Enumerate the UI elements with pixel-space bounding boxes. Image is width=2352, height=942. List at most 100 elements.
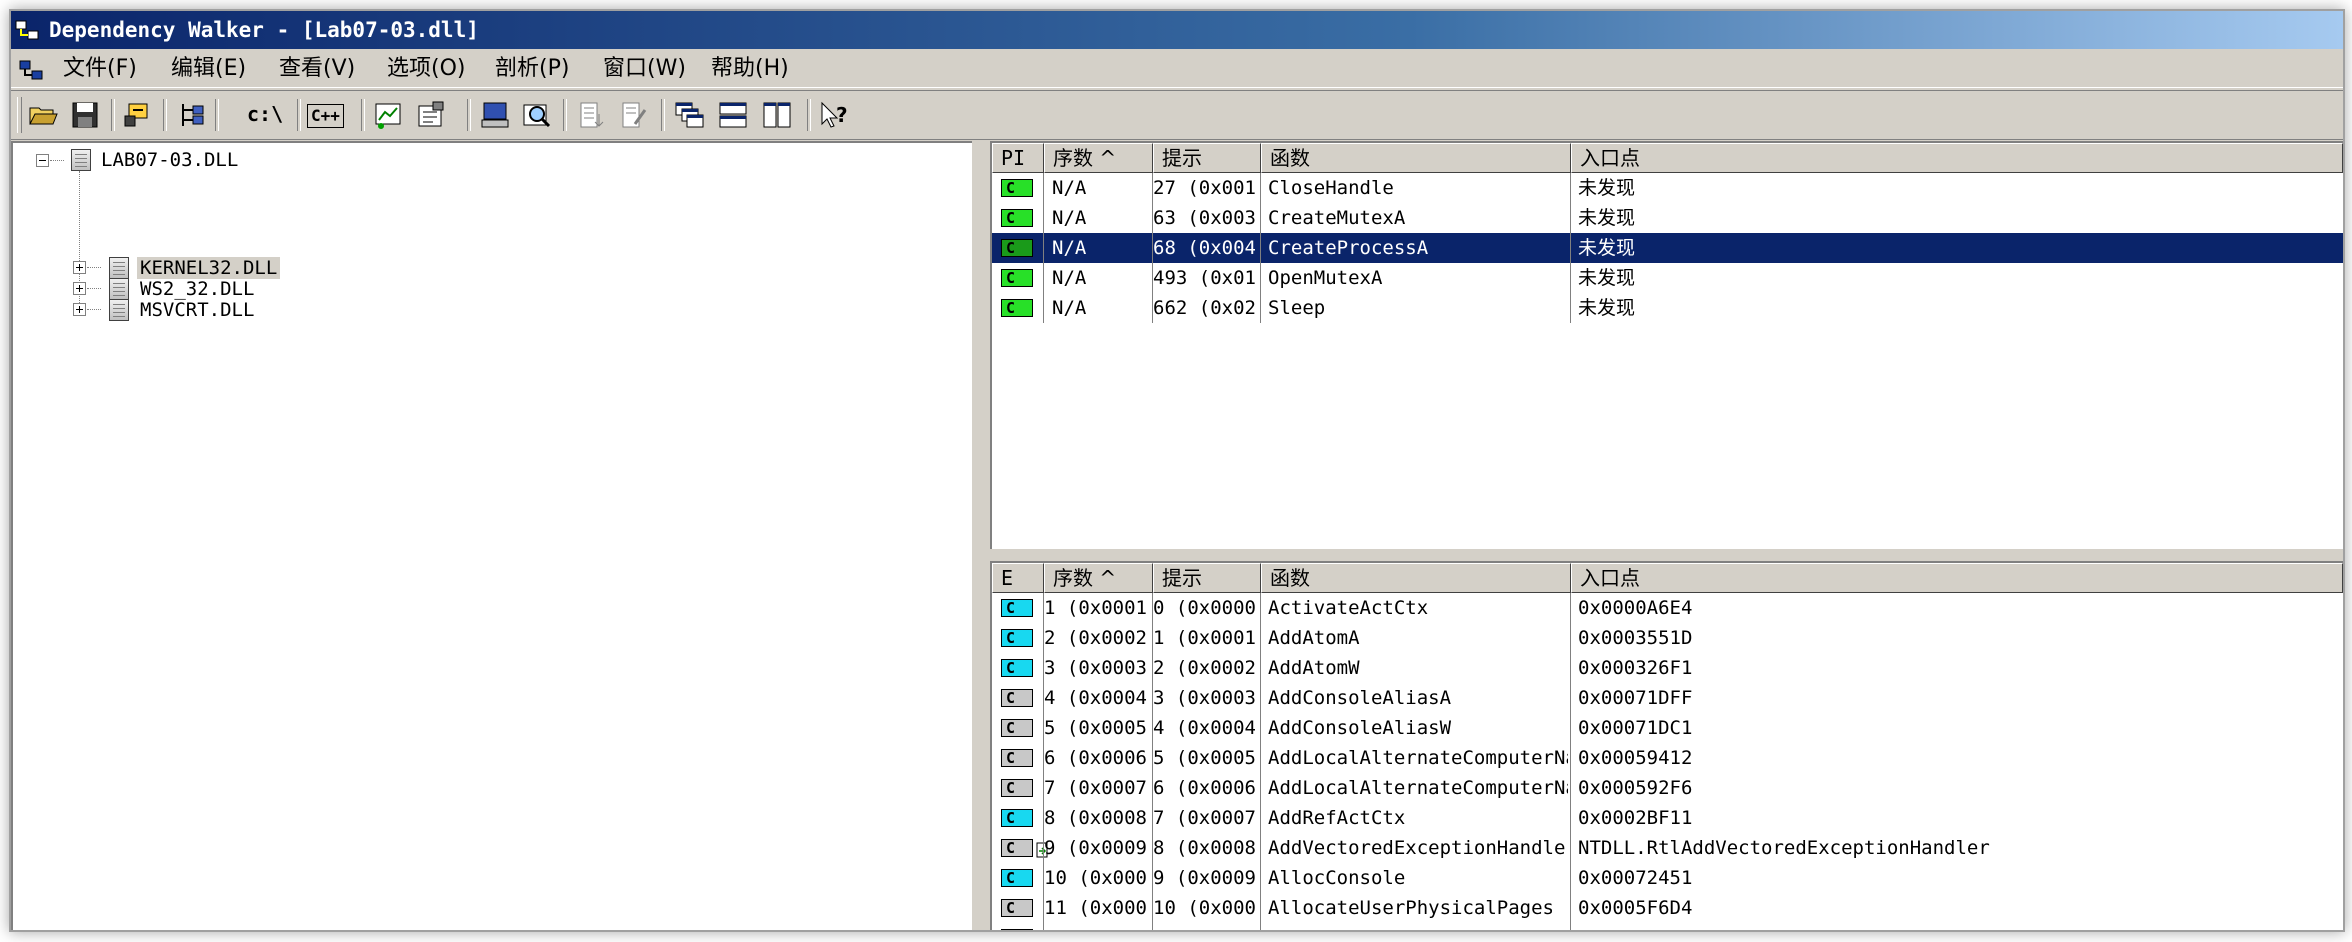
expand-icon[interactable] — [73, 261, 86, 274]
find-icon[interactable] — [123, 100, 155, 130]
table-row[interactable]: C N/A 63 (0x003F) CreateMutexA 未发现 — [992, 203, 2343, 233]
menu-profile[interactable]: 剖析(P) — [495, 55, 569, 83]
search-online-icon[interactable] — [521, 100, 553, 130]
function-cell: CreateProcessA — [1268, 237, 1429, 259]
edit-icon[interactable] — [617, 100, 649, 130]
column-header-pi[interactable]: PI — [992, 143, 1044, 173]
toolbar-separator — [111, 99, 115, 131]
tree-item-label: LAB07-03.DLL — [101, 149, 239, 171]
menu-options[interactable]: 选项(O) — [387, 55, 465, 83]
vertical-splitter[interactable] — [972, 141, 990, 930]
title-bar[interactable]: Dependency Walker - [Lab07-03.dll] — [11, 11, 2343, 49]
profile-icon[interactable] — [373, 100, 405, 130]
table-row[interactable]: C N/A 662 (0x0296) Sleep 未发现 — [992, 293, 2343, 323]
entry-point-cell: 0x00071DFF — [1578, 687, 1693, 709]
hint-cell: 493 (0x01ED) — [1153, 267, 1255, 289]
menu-file[interactable]: 文件(F) — [63, 55, 137, 83]
table-row[interactable]: C 1 (0x0001) 0 (0x0000) ActivateActCtx 0x000… — [992, 593, 2343, 623]
imports-list[interactable]: PI 序数 ^ 提示 函数 入口点 C N/A 27 (0x001B) CloseHa… — [990, 141, 2343, 549]
hint-cell: 7 (0x0007) — [1153, 807, 1255, 829]
table-row[interactable]: C 11 (0x000B) 10 (0x000A) AllocateUserPhysi… — [992, 893, 2343, 923]
list-view-icon[interactable] — [575, 100, 607, 130]
application-window: Dependency Walker - [Lab07-03.dll] 文件(F)… — [9, 9, 2345, 932]
table-row[interactable]: C 3 (0x0003) 2 (0x0002) AddAtomW 0x000326F1 — [992, 653, 2343, 683]
menu-window[interactable]: 窗口(W) — [603, 55, 686, 83]
function-cell: AddLocalAlternateComputerNameW — [1268, 777, 1568, 799]
dll-module-icon — [71, 149, 91, 171]
toolbar-separator — [563, 99, 567, 131]
menu-edit[interactable]: 编辑(E) — [171, 55, 246, 83]
table-row[interactable]: C N/A 68 (0x0044) CreateProcessA 未发现 — [992, 233, 2343, 263]
entry-point-cell: 未发现 — [1578, 237, 1636, 259]
horizontal-splitter[interactable] — [990, 549, 2343, 561]
table-row[interactable]: C 10 (0x000A) 9 (0x0009) AllocConsole 0x0007… — [992, 863, 2343, 893]
exports-list[interactable]: E 序数 ^ 提示 函数 入口点 C 1 (0x0001) 0 (0x0000) Ac… — [990, 561, 2343, 930]
tile-vertical-icon[interactable] — [761, 100, 793, 130]
table-row[interactable]: C 6 (0x0006) 5 (0x0005) AddLocalAlternateCo… — [992, 743, 2343, 773]
window-title: Dependency Walker - [Lab07-03.dll] — [49, 18, 479, 42]
module-tree-icon[interactable] — [175, 100, 207, 130]
module-menu-icon[interactable] — [19, 59, 45, 81]
table-row[interactable]: C 2 (0x0002) 1 (0x0001) AddAtomA 0x0003551D — [992, 623, 2343, 653]
table-row[interactable]: C 4 (0x0004) 3 (0x0003) AddConsoleAliasA 0x0… — [992, 683, 2343, 713]
entry-point-cell: 0x000592F6 — [1578, 777, 1693, 799]
toolbar-grip[interactable] — [17, 97, 22, 133]
table-row[interactable]: C 7 (0x0007) 6 (0x0006) AddLocalAlternateCo… — [992, 773, 2343, 803]
entry-point-cell: 0x00071DC1 — [1578, 717, 1693, 739]
table-row[interactable]: C N/A 493 (0x01ED) OpenMutexA 未发现 — [992, 263, 2343, 293]
module-tree-pane[interactable]: LAB07-03.DLL KERNEL32.DLL WS2_32.DLL MSV… — [11, 141, 972, 930]
help-icon[interactable]: ? — [819, 100, 851, 130]
hint-cell: 3 (0x0003) — [1153, 687, 1255, 709]
column-header-function[interactable]: 函数 — [1261, 563, 1571, 593]
menu-view[interactable]: 查看(V) — [279, 55, 355, 83]
tree-connector — [87, 309, 101, 310]
column-header-entry-point[interactable]: 入口点 — [1571, 563, 2343, 593]
column-divider — [1260, 593, 1261, 930]
hint-cell: 6 (0x0006) — [1153, 777, 1255, 799]
dll-module-icon — [109, 257, 129, 279]
expand-icon[interactable] — [73, 303, 86, 316]
save-icon[interactable] — [69, 100, 101, 130]
table-row[interactable]: C 9 (0x0009) 8 (0x0008) AddVectoredExceptio… — [992, 833, 2343, 863]
c-function-icon: C — [1001, 239, 1033, 257]
c-path-button[interactable]: c:\ — [247, 99, 283, 129]
entry-point-cell: 0x0003507F — [1578, 923, 2338, 930]
cpp-button[interactable]: C++ — [307, 104, 344, 128]
tree-item-root[interactable]: LAB07-03.DLL — [101, 145, 238, 175]
tree-item-msvcrt[interactable]: MSVCRT.DLL — [140, 295, 254, 325]
entry-point-cell: 0x00072451 — [1578, 867, 1693, 889]
c-function-icon: C — [1001, 659, 1033, 677]
system-info-icon[interactable] — [479, 100, 511, 130]
column-header-ordinal[interactable]: 序数 ^ — [1044, 143, 1153, 173]
toolbar-separator — [467, 99, 471, 131]
tile-horizontal-icon[interactable] — [717, 100, 749, 130]
column-header-e[interactable]: E — [992, 563, 1044, 593]
expand-icon[interactable] — [73, 282, 86, 295]
entry-point-cell: 未发现 — [1578, 267, 1636, 289]
hint-cell: 1 (0x0001) — [1153, 627, 1255, 649]
column-header-hint[interactable]: 提示 — [1153, 563, 1261, 593]
app-icon — [15, 20, 39, 40]
hint-cell: 662 (0x0296) — [1153, 297, 1255, 319]
menu-help[interactable]: 帮助(H) — [711, 55, 789, 83]
c-function-icon: C — [1001, 929, 1033, 930]
table-row[interactable]: C 8 (0x0008) 7 (0x0007) AddRefActCtx 0x0002B… — [992, 803, 2343, 833]
cascade-icon[interactable] — [673, 100, 705, 130]
table-row[interactable]: C N/A 27 (0x001B) CloseHandle 未发现 — [992, 173, 2343, 203]
properties-icon[interactable] — [415, 100, 447, 130]
tree-connector — [50, 160, 64, 161]
table-row[interactable]: C 12 (0x000C) 11 (0x000B) AreFileApisANSI 0x… — [992, 923, 2343, 930]
c-function-icon: C — [1001, 689, 1033, 707]
column-header-function[interactable]: 函数 — [1261, 143, 1571, 173]
ordinal-cell: N/A — [1052, 297, 1087, 319]
collapse-icon[interactable] — [36, 154, 49, 167]
column-header-ordinal[interactable]: 序数 ^ — [1044, 563, 1153, 593]
ordinal-cell: 5 (0x0005) — [1044, 717, 1147, 739]
toolbar-separator — [361, 99, 365, 131]
function-cell: AddConsoleAliasW — [1268, 717, 1452, 739]
open-icon[interactable] — [27, 100, 59, 130]
table-row[interactable]: C 5 (0x0005) 4 (0x0004) AddConsoleAliasW 0x0… — [992, 713, 2343, 743]
function-cell: AddAtomA — [1268, 627, 1360, 649]
column-header-entry-point[interactable]: 入口点 — [1571, 143, 2343, 173]
column-header-hint[interactable]: 提示 — [1153, 143, 1261, 173]
